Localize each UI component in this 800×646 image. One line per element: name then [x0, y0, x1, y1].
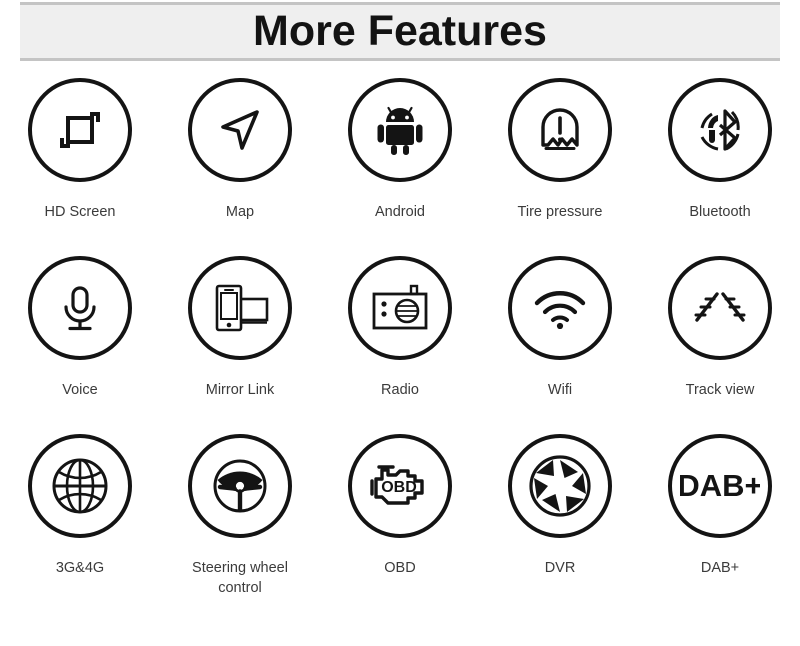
icon-circle [508, 256, 612, 360]
feature-label: DVR [544, 560, 576, 576]
header-banner: More Features [20, 2, 780, 61]
camera-aperture-icon [528, 454, 592, 518]
feature-row: 3G&4G Steering wheel control OBD OBD DVR… [0, 434, 800, 612]
mirror-link-icon [209, 280, 271, 336]
feature-item-wifi[interactable]: Wifi [480, 256, 640, 434]
icon-circle [508, 434, 612, 538]
wifi-icon [531, 287, 589, 329]
feature-item-bluetooth[interactable]: Bluetooth [640, 78, 800, 256]
feature-item-hd-screen[interactable]: HD Screen [0, 78, 160, 256]
icon-circle [188, 78, 292, 182]
obd-icon-text: OBD [381, 479, 417, 496]
bluetooth-headset-icon [692, 102, 748, 158]
icon-circle [508, 78, 612, 182]
dab-plus-icon: DAB+ [680, 469, 760, 503]
feature-item-obd[interactable]: OBD OBD [320, 434, 480, 612]
icon-circle [668, 256, 772, 360]
icon-circle [668, 78, 772, 182]
icon-circle: OBD [348, 434, 452, 538]
feature-row: Voice Mirror Link Radio Wifi Track view [0, 256, 800, 434]
feature-item-mirror-link[interactable]: Mirror Link [160, 256, 320, 434]
hd-screen-icon [51, 101, 109, 159]
feature-label: 3G&4G [55, 560, 105, 576]
icon-circle [348, 78, 452, 182]
steering-wheel-icon [209, 455, 271, 517]
feature-item-radio[interactable]: Radio [320, 256, 480, 434]
feature-label: Tire pressure [517, 204, 603, 220]
feature-item-voice[interactable]: Voice [0, 256, 160, 434]
feature-item-dab-plus[interactable]: DAB+ DAB+ [640, 434, 800, 612]
more-features-page: More Features HD Screen Map Android Tire… [0, 0, 800, 646]
feature-grid: HD Screen Map Android Tire pressure Blue… [0, 78, 800, 612]
feature-label: Steering wheel control [192, 560, 288, 596]
feature-item-3g4g[interactable]: 3G&4G [0, 434, 160, 612]
icon-circle [188, 434, 292, 538]
microphone-icon [53, 281, 107, 335]
icon-circle [188, 256, 292, 360]
feature-item-dvr[interactable]: DVR [480, 434, 640, 612]
feature-row: HD Screen Map Android Tire pressure Blue… [0, 78, 800, 256]
feature-label: DAB+ [700, 560, 740, 576]
page-title: More Features [253, 7, 547, 55]
feature-label: Voice [62, 382, 98, 398]
icon-circle [348, 256, 452, 360]
icon-circle [28, 78, 132, 182]
dab-icon-text: DAB+ [680, 469, 760, 503]
icon-circle: DAB+ [668, 434, 772, 538]
icon-circle [28, 256, 132, 360]
navigation-arrow-icon [211, 101, 269, 159]
obd-engine-icon: OBD [366, 459, 434, 513]
feature-label: Wifi [547, 382, 573, 398]
feature-item-tire-pressure[interactable]: Tire pressure [480, 78, 640, 256]
feature-label: Bluetooth [689, 204, 751, 220]
feature-item-android[interactable]: Android [320, 78, 480, 256]
feature-label: Track view [685, 382, 755, 398]
feature-label: Mirror Link [205, 382, 275, 398]
android-robot-icon [372, 102, 428, 158]
feature-label: OBD [384, 560, 416, 576]
track-view-icon [689, 288, 751, 328]
tire-pressure-icon [531, 101, 589, 159]
radio-icon [369, 283, 431, 333]
feature-label: Android [375, 204, 425, 220]
feature-label: HD Screen [44, 204, 116, 220]
feature-label: Map [225, 204, 255, 220]
globe-icon [49, 455, 111, 517]
feature-label: Radio [381, 382, 419, 398]
feature-item-steering-wheel-control[interactable]: Steering wheel control [160, 434, 320, 612]
feature-item-track-view[interactable]: Track view [640, 256, 800, 434]
icon-circle [28, 434, 132, 538]
feature-item-map[interactable]: Map [160, 78, 320, 256]
